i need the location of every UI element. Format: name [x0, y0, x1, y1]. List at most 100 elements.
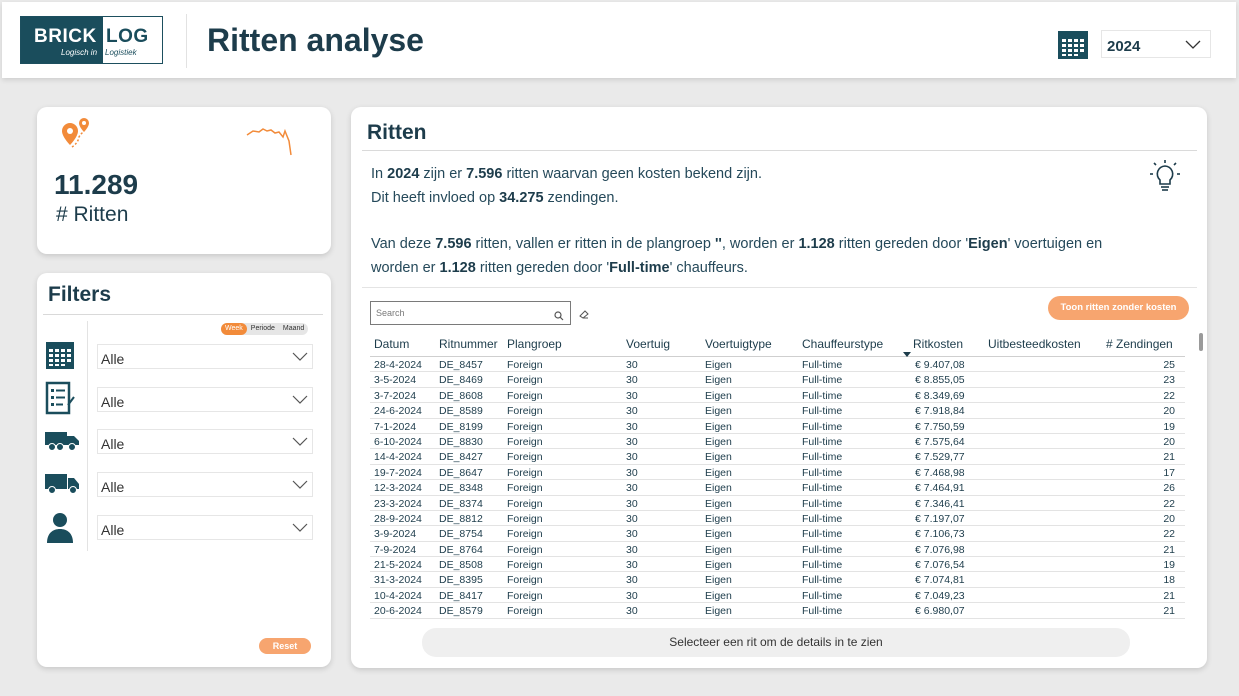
table-header: Datum Ritnummer Plangroep Voertuig Voert… [370, 333, 1203, 357]
table-cell: 25 [1163, 359, 1175, 371]
toon-ritten-zonder-kosten-button[interactable]: Toon ritten zonder kosten [1048, 296, 1189, 320]
table-cell: 23-3-2024 [374, 497, 422, 510]
table-row[interactable]: 20-6-2024 DE_8579 Foreign 30 Eigen Full-time €… [370, 603, 1185, 619]
table-cell: 7-9-2024 [374, 543, 417, 556]
column-header-uitbesteedkosten[interactable]: Uitbesteedkosten [988, 337, 1081, 351]
table-cell: 10-4-2024 [374, 589, 422, 602]
year-select[interactable]: 2024 [1101, 30, 1211, 58]
year-select-value: 2024 [1107, 38, 1141, 55]
table-cell: Full-time [802, 589, 843, 602]
table-body: 28-4-2024 DE_8457 Foreign 30 Eigen Full-time €… [370, 357, 1185, 620]
table-row[interactable]: 7-1-2024 DE_8199 Foreign 30 Eigen Full-time € … [370, 419, 1185, 434]
column-header-ritkosten[interactable]: Ritkosten [913, 337, 963, 351]
table-row[interactable]: 12-3-2024 DE_8348 Foreign 30 Eigen Full-time €… [370, 480, 1185, 496]
table-cell: 19-7-2024 [374, 466, 422, 479]
chevron-down-icon [292, 520, 308, 538]
table-cell: € 7.750,59 [915, 420, 965, 433]
table-cell: € 7.074,81 [915, 574, 965, 587]
table-cell: € 9.407,08 [915, 359, 965, 371]
filter-select-plangroep[interactable]: Alle [97, 387, 313, 412]
ritten-table: Datum Ritnummer Plangroep Voertuig Voert… [370, 333, 1203, 620]
table-cell: 30 [626, 374, 638, 387]
table-cell: Eigen [705, 574, 732, 587]
filter-select-datum[interactable]: Alle [97, 344, 313, 369]
table-cell: DE_8348 [439, 482, 483, 495]
column-header-voertuigtype[interactable]: Voertuigtype [705, 337, 772, 351]
bricklog-logo: BRICK Logisch in LOG Logistiek [20, 16, 163, 64]
table-row[interactable]: 14-4-2024 DE_8427 Foreign 30 Eigen Full-time €… [370, 449, 1185, 465]
column-header-plangroep[interactable]: Plangroep [507, 337, 562, 351]
insight-text: Dit heeft invloed op [371, 190, 500, 206]
filter-select-chauffeurstype[interactable]: Alle [97, 515, 313, 540]
table-row[interactable]: 10-4-2024 DE_8417 Foreign 30 Eigen Full-time €… [370, 588, 1185, 604]
table-row[interactable]: 6-10-2024 DE_8830 Foreign 30 Eigen Full-time €… [370, 434, 1185, 450]
table-row[interactable]: 21-5-2024 DE_8508 Foreign 30 Eigen Full-time €… [370, 557, 1185, 573]
insight-text: In [371, 166, 388, 182]
column-header-chauffeurstype[interactable]: Chauffeurstype [802, 337, 883, 351]
insight-count: 7.596 [466, 166, 503, 182]
column-header-voertuig[interactable]: Voertuig [626, 337, 670, 351]
filters-title: Filters [48, 283, 112, 306]
reset-button[interactable]: Reset [259, 638, 311, 654]
table-cell: Eigen [705, 359, 732, 371]
insight-text: ' chauffeurs. [669, 260, 748, 276]
table-row[interactable]: 7-9-2024 DE_8764 Foreign 30 Eigen Full-time € … [370, 542, 1185, 558]
column-header-zendingen[interactable]: # Zendingen [1106, 337, 1173, 351]
table-cell: DE_8199 [439, 420, 483, 433]
van-icon [44, 471, 80, 500]
table-cell: 30 [626, 435, 638, 448]
table-row[interactable]: 19-7-2024 DE_8647 Foreign 30 Eigen Full-time €… [370, 465, 1185, 481]
table-row[interactable]: 28-4-2024 DE_8457 Foreign 30 Eigen Full-time €… [370, 357, 1185, 373]
toggle-periode[interactable]: Periode [247, 323, 279, 335]
table-cell: Full-time [802, 512, 843, 525]
table-cell: € 7.049,23 [915, 589, 965, 602]
table-cell: 30 [626, 466, 638, 479]
table-row[interactable]: 23-3-2024 DE_8374 Foreign 30 Eigen Full-time €… [370, 496, 1185, 511]
table-cell: Foreign [507, 435, 543, 448]
table-cell: 30 [626, 420, 638, 433]
table-row[interactable]: 3-5-2024 DE_8469 Foreign 30 Eigen Full-time € … [370, 372, 1185, 388]
column-header-datum[interactable]: Datum [374, 337, 409, 351]
table-cell: DE_8812 [439, 512, 483, 525]
table-scrollbar[interactable] [1199, 333, 1203, 351]
truck-icon [44, 428, 80, 457]
table-row[interactable]: 28-9-2024 DE_8812 Foreign 30 Eigen Full-time €… [370, 511, 1185, 527]
kpi-label: # Ritten [56, 203, 129, 226]
search-input[interactable]: Search [370, 301, 571, 325]
table-cell: 30 [626, 359, 638, 371]
table-cell: Foreign [507, 589, 543, 602]
table-cell: 17 [1163, 466, 1175, 479]
table-cell: € 7.464,91 [915, 482, 965, 495]
table-cell: € 8.349,69 [915, 389, 965, 402]
column-header-ritnummer[interactable]: Ritnummer [439, 337, 498, 351]
insight-text: zendingen. [543, 190, 619, 206]
table-cell: 30 [626, 405, 638, 418]
toggle-maand[interactable]: Maand [279, 323, 308, 335]
table-cell: DE_8754 [439, 528, 483, 541]
filter-select-voertuigtype[interactable]: Alle [97, 472, 313, 497]
table-cell: Eigen [705, 435, 732, 448]
table-cell: 23 [1163, 374, 1175, 387]
filter-select-value: Alle [101, 522, 125, 538]
table-row[interactable]: 31-3-2024 DE_8395 Foreign 30 Eigen Full-time €… [370, 572, 1185, 588]
table-row[interactable]: 24-6-2024 DE_8589 Foreign 30 Eigen Full-time €… [370, 403, 1185, 419]
filters-icon-divider [87, 321, 88, 551]
table-cell: 30 [626, 512, 638, 525]
filter-select-voertuig[interactable]: Alle [97, 429, 313, 454]
insight-year: 2024 [387, 166, 420, 182]
table-cell: 30 [626, 389, 638, 402]
ritten-panel: Ritten In 2024 zijn er 7.596 ritten waar… [351, 107, 1207, 668]
table-cell: Full-time [802, 374, 843, 387]
table-cell: 14-4-2024 [374, 451, 422, 464]
table-cell: DE_8469 [439, 374, 483, 387]
table-cell: 30 [626, 528, 638, 541]
table-row[interactable]: 3-9-2024 DE_8754 Foreign 30 Eigen Full-time € … [370, 526, 1185, 542]
search-icon [554, 308, 564, 326]
eraser-icon[interactable] [579, 306, 589, 324]
table-row[interactable]: 3-7-2024 DE_8608 Foreign 30 Eigen Full-time € … [370, 388, 1185, 404]
table-cell: Eigen [705, 389, 732, 402]
filters-panel: Filters Week Periode Maand Alle Alle All… [37, 273, 331, 667]
toggle-week[interactable]: Week [221, 323, 247, 335]
table-cell: Foreign [507, 389, 543, 402]
table-cell: 3-7-2024 [374, 389, 417, 402]
